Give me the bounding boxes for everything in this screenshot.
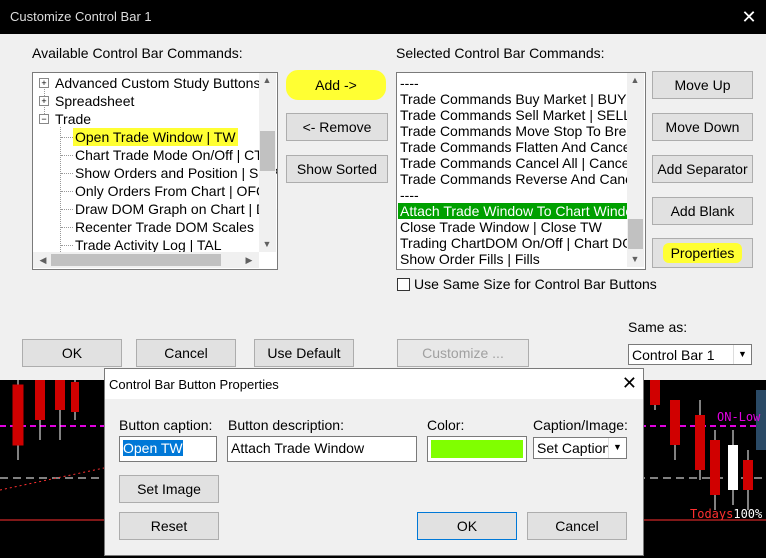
scroll-down-icon[interactable]: ▼ [627, 254, 643, 264]
caption-image-value: Set Caption [537, 440, 611, 456]
same-size-label: Use Same Size for Control Bar Buttons [414, 276, 657, 292]
add-button[interactable]: Add -> [286, 70, 386, 100]
ok-button[interactable]: OK [22, 339, 122, 367]
selected-command-item[interactable]: ---- [400, 75, 419, 91]
scroll-down-icon[interactable]: ▼ [259, 239, 275, 249]
tree-item[interactable]: Advanced Custom Study Buttons [55, 74, 260, 92]
color-swatch [431, 440, 523, 458]
tree-item[interactable]: Spreadsheet [55, 92, 134, 110]
close-icon[interactable]: ✕ [738, 6, 760, 28]
add-separator-button[interactable]: Add Separator [652, 155, 753, 183]
cancel-button[interactable]: Cancel [527, 512, 627, 540]
caption-label: Button caption: [119, 417, 213, 433]
collapse-icon[interactable]: − [39, 114, 49, 124]
tree-item[interactable]: Trade [55, 110, 91, 128]
scroll-thumb[interactable] [260, 131, 275, 171]
customize-control-bar-dialog: Customize Control Bar 1 ✕ Available Cont… [0, 0, 766, 380]
selected-commands-label: Selected Control Bar Commands: [396, 45, 605, 61]
same-as-dropdown[interactable]: Control Bar 1 ▼ [628, 344, 752, 365]
tree-item[interactable]: Show Orders and Position | SOP [75, 164, 277, 182]
tree-item[interactable]: Only Orders From Chart | OFC [75, 182, 266, 200]
close-icon[interactable]: ✕ [622, 373, 637, 394]
caption-value: Open TW [123, 440, 183, 456]
caption-image-dropdown[interactable]: Set Caption ▼ [533, 437, 627, 459]
chevron-down-icon[interactable]: ▼ [733, 345, 751, 364]
selected-command-item[interactable]: Attach Trade Window To Chart Window [398, 203, 627, 219]
tree-item[interactable]: Recenter Trade DOM Scales | R [75, 218, 275, 236]
properties-label: Properties [662, 243, 743, 263]
properties-titlebar: Control Bar Button Properties ✕ [105, 369, 643, 399]
todays-pct: 100% [733, 507, 763, 521]
on-low-label: ON-Low [717, 410, 761, 424]
selected-command-item[interactable]: Trade Commands Cancel All | Cancel [400, 155, 627, 171]
available-commands-label: Available Control Bar Commands: [32, 45, 243, 61]
selected-command-item[interactable]: Close Trade Window | Close TW [400, 219, 602, 235]
show-sorted-button[interactable]: Show Sorted [286, 155, 388, 183]
expand-icon[interactable]: + [39, 96, 49, 106]
move-down-button[interactable]: Move Down [652, 113, 753, 141]
ok-button[interactable]: OK [417, 512, 517, 540]
selected-command-item[interactable]: Show Order Fills | Fills [400, 251, 540, 267]
caption-input[interactable]: Open TW [119, 436, 217, 462]
description-label: Button description: [228, 417, 344, 433]
same-size-checkbox[interactable] [397, 278, 410, 291]
scroll-thumb[interactable] [628, 219, 643, 249]
chevron-down-icon[interactable]: ▼ [608, 438, 626, 458]
selected-command-item[interactable]: Trade Commands Sell Market | SELL [400, 107, 627, 123]
scroll-up-icon[interactable]: ▲ [627, 75, 643, 85]
dialog-titlebar: Customize Control Bar 1 ✕ [0, 0, 766, 34]
selected-command-item[interactable]: ---- [400, 187, 419, 203]
todays-label: Todays100% [690, 507, 763, 521]
available-commands-tree[interactable]: + Advanced Custom Study Buttons + Spread… [32, 72, 278, 270]
move-up-button[interactable]: Move Up [652, 71, 753, 99]
selected-command-item[interactable]: Trade Commands Flatten And Cancel [400, 139, 627, 155]
selected-command-item[interactable]: Trade Commands Move Stop To Breakeven [400, 123, 627, 139]
add-blank-button[interactable]: Add Blank [652, 197, 753, 225]
selected-command-item[interactable]: Trading ChartDOM On/Off | Chart DOM [400, 235, 627, 251]
expand-icon[interactable]: + [39, 78, 49, 88]
button-properties-dialog: Control Bar Button Properties ✕ Button c… [104, 368, 644, 556]
selected-command-item[interactable]: Trade Commands Reverse And Cancel [400, 171, 627, 187]
scroll-up-icon[interactable]: ▲ [259, 75, 275, 85]
vertical-scrollbar[interactable]: ▲ ▼ [259, 73, 276, 252]
scroll-right-icon[interactable]: ▶ [241, 255, 257, 266]
selected-command-item[interactable]: Trade Commands Buy Market | BUY [400, 91, 626, 107]
dialog-title: Customize Control Bar 1 [10, 9, 152, 24]
horizontal-scrollbar[interactable]: ◀ ▶ [33, 252, 259, 268]
cancel-button[interactable]: Cancel [136, 339, 236, 367]
description-input[interactable]: Attach Trade Window [227, 436, 417, 462]
same-as-label: Same as: [628, 319, 688, 335]
tree-item[interactable]: Chart Trade Mode On/Off | CTM [75, 146, 274, 164]
remove-button[interactable]: <- Remove [286, 113, 388, 141]
scroll-thumb[interactable] [51, 254, 221, 266]
caption-image-label: Caption/Image: [533, 417, 628, 433]
reset-button[interactable]: Reset [119, 512, 219, 540]
customize-button[interactable]: Customize ... [397, 339, 529, 367]
same-as-value: Control Bar 1 [632, 347, 715, 363]
set-image-button[interactable]: Set Image [119, 475, 219, 503]
properties-button[interactable]: Properties [652, 238, 753, 268]
scroll-left-icon[interactable]: ◀ [35, 255, 51, 266]
selected-commands-list[interactable]: ---- Trade Commands Buy Market | BUY Trade… [396, 72, 646, 270]
vertical-scrollbar[interactable]: ▲ ▼ [627, 73, 644, 267]
use-default-button[interactable]: Use Default [254, 339, 354, 367]
color-swatch-button[interactable] [427, 436, 527, 462]
color-label: Color: [427, 417, 465, 433]
tree-item-selected[interactable]: Open Trade Window | TW [73, 128, 238, 146]
tree-item[interactable]: Draw DOM Graph on Chart | DDG [75, 200, 277, 218]
properties-title: Control Bar Button Properties [109, 377, 279, 392]
